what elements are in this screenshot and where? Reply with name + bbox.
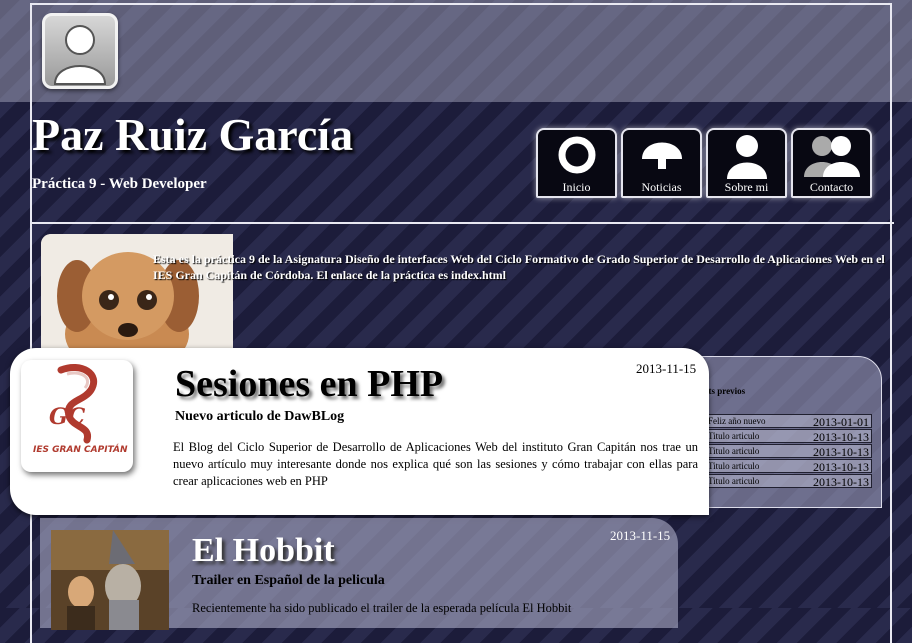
nav-label: Inicio [562,180,591,194]
post-date: 2013-10-13 [813,445,869,459]
post-title: Feliz año nuevo [708,416,766,426]
users-icon [803,136,860,177]
previous-post-item[interactable]: Feliz año nuevo 2013-01-01 [705,414,872,429]
post-date: 2013-10-13 [813,430,869,444]
article-title[interactable]: El Hobbit [192,532,335,570]
dome-icon [641,142,682,169]
article-subtitle: Trailer en Español de la pelicula [192,573,385,588]
site-title: Paz Ruiz García [32,109,354,160]
previous-post-item[interactable]: Titulo articulo 2013-10-13 [705,444,872,459]
previous-posts-panel: sts previos Feliz año nuevo 2013-01-01 T… [694,356,882,508]
post-date: 2013-10-13 [813,475,869,489]
nav-contacto[interactable]: Contacto [791,128,872,198]
post-date: 2013-01-01 [813,415,869,429]
article-title[interactable]: Sesiones en PHP [175,362,443,406]
nav-sobre-mi[interactable]: Sobre mi [706,128,787,198]
nav-inicio[interactable]: Inicio [536,128,617,198]
previous-post-item[interactable]: Titulo articulo 2013-10-13 [705,429,872,444]
article-date: 2013-11-15 [636,361,697,376]
article-card: 2013-11-15 El Hobbit Trailer en Español … [40,518,678,630]
intro-text: Esta es la práctica 9 de la Asignatura D… [153,252,885,282]
ies-gran-capitan-logo: GC IES GRAN CAPITÁN [21,360,133,472]
profile-avatar-icon[interactable] [42,13,118,89]
article-body: El Blog del Ciclo Superior de Desarrollo… [173,440,698,488]
user-icon [726,135,767,179]
post-date: 2013-10-13 [813,460,869,474]
post-title: Titulo articulo [708,446,760,456]
post-title: Titulo articulo [708,461,760,471]
nav-label: Contacto [809,180,854,194]
nav-label: Noticias [641,180,682,194]
nav-noticias[interactable]: Noticias [621,128,702,198]
nav-label: Sobre mi [724,180,769,194]
ring-icon [558,136,595,174]
previous-post-item[interactable]: Titulo articulo 2013-10-13 [705,459,872,474]
header-divider [30,222,894,224]
previous-posts-title: sts previos [705,386,746,396]
previous-post-item[interactable]: Titulo articulo 2013-10-13 [705,474,872,489]
article-date: 2013-11-15 [610,528,671,543]
post-title: Titulo articulo [708,431,760,441]
hobbit-image [51,530,169,630]
article-card: GC IES GRAN CAPITÁN 2013-11-15 Sesiones … [10,348,709,515]
logo-text: IES GRAN CAPITÁN [33,443,128,455]
logo-initials: GC [49,404,86,430]
article-subtitle: Nuevo articulo de DawBLog [175,409,345,424]
article-body: Recientemente ha sido publicado el trail… [192,601,572,615]
post-title: Titulo articulo [708,476,760,486]
site-subtitle: Práctica 9 - Web Developer [32,176,207,192]
